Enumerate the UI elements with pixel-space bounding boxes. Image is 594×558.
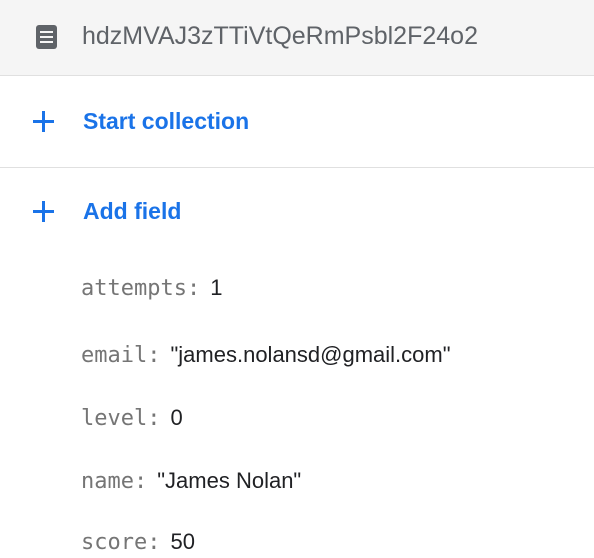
field-value: 0 [170,405,183,430]
document-icon [36,25,57,49]
field-row-score[interactable]: score: 50 [81,526,195,558]
field-value: "james.nolansd@gmail.com" [170,342,451,367]
field-key: email: [81,343,161,368]
add-field-button[interactable]: Add field [0,180,594,244]
field-value: 1 [210,275,223,300]
field-row-name[interactable]: name: "James Nolan" [81,465,301,497]
document-header[interactable]: hdzMVAJ3zTTiVtQeRmPsbl2F24o2 [0,0,594,76]
field-row-attempts[interactable]: attempts: 1 [81,272,222,304]
document-panel: hdzMVAJ3zTTiVtQeRmPsbl2F24o2 Start colle… [0,0,594,558]
field-value: 50 [170,529,195,554]
field-value: "James Nolan" [157,468,302,493]
add-field-label: Add field [83,198,182,224]
start-collection-button[interactable]: Start collection [0,90,594,154]
plus-icon [33,111,54,132]
field-row-level[interactable]: level: 0 [81,402,183,434]
plus-icon [33,201,54,222]
start-collection-label: Start collection [83,108,250,134]
field-key: level: [81,406,161,431]
field-key: name: [81,469,148,494]
field-key: score: [81,530,161,555]
document-id: hdzMVAJ3zTTiVtQeRmPsbl2F24o2 [82,22,478,50]
divider [0,167,594,168]
field-key: attempts: [81,276,201,301]
field-row-email[interactable]: email: "james.nolansd@gmail.com" [81,339,451,371]
